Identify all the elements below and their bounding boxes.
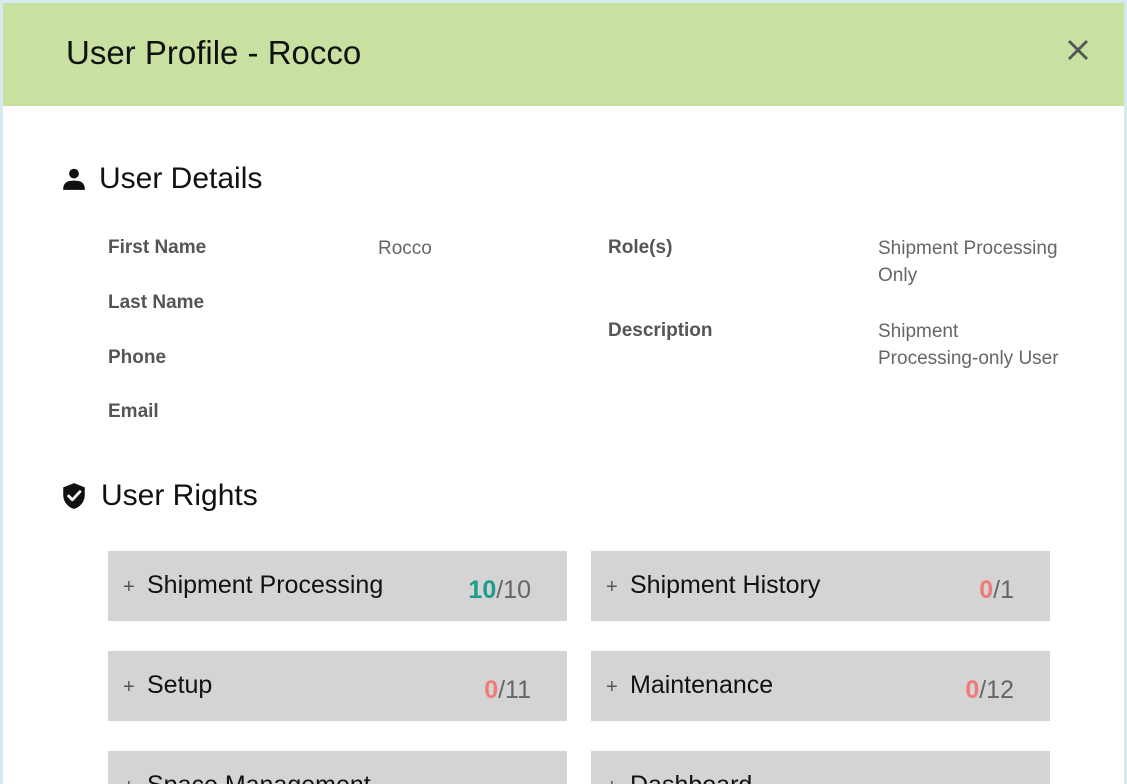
roles-value-line1: Shipment Processing: [878, 238, 1058, 259]
rights-group-shipment-processing[interactable]: + Shipment Processing 10/10: [108, 551, 567, 621]
rights-group-name: Maintenance: [630, 671, 774, 699]
rights-group-setup[interactable]: + Setup 0/11: [108, 651, 567, 721]
rights-granted-count: 10: [468, 576, 497, 604]
rights-granted-count: 0: [965, 676, 980, 704]
shield-check-icon: [63, 483, 85, 509]
modal-title: User Profile - Rocco: [66, 34, 362, 71]
roles-value-line2: Only: [878, 265, 918, 286]
description-value: Shipment Processing-only User: [878, 318, 1059, 372]
rights-total-count: /10: [496, 576, 531, 604]
user-details-title: User Details: [99, 162, 263, 195]
rights-group-maintenance[interactable]: + Maintenance 0/12: [591, 651, 1050, 721]
email-label: Email: [108, 401, 159, 422]
close-button[interactable]: [1065, 37, 1091, 63]
rights-group-space-management[interactable]: + Space Management: [108, 751, 567, 784]
expand-icon: +: [606, 576, 618, 598]
rights-group-dashboard[interactable]: + Dashboard: [591, 751, 1050, 784]
expand-icon: +: [123, 676, 135, 698]
phone-label: Phone: [108, 347, 167, 368]
user-details-heading: User Details: [61, 162, 262, 196]
first-name-value: Rocco: [378, 238, 432, 259]
rights-count: 0/1: [979, 576, 1014, 605]
rights-group-name: Setup: [147, 671, 213, 699]
rights-group-name: Shipment History: [630, 571, 821, 599]
close-icon: [1068, 40, 1088, 60]
roles-label: Role(s): [608, 237, 673, 258]
rights-count: 10/10: [468, 576, 531, 605]
rights-granted-count: 0: [979, 576, 994, 604]
rights-total-count: /12: [979, 676, 1014, 704]
rights-granted-count: 0: [484, 676, 499, 704]
rights-total-count: /1: [993, 576, 1014, 604]
rights-total-count: /11: [498, 676, 531, 704]
rights-count: 0/11: [484, 676, 531, 705]
last-name-label: Last Name: [108, 292, 205, 313]
rights-group-name: Space Management: [147, 771, 371, 784]
description-value-line1: Shipment: [878, 321, 959, 342]
user-profile-modal: User Profile - Rocco User Details First …: [0, 0, 1127, 784]
modal-header: User Profile - Rocco: [3, 3, 1124, 106]
description-value-line2: Processing-only User: [878, 348, 1059, 369]
expand-icon: +: [606, 676, 618, 698]
rights-group-name: Shipment Processing: [147, 571, 384, 599]
description-label: Description: [608, 320, 713, 341]
user-rights-heading: User Rights: [61, 479, 258, 513]
expand-icon: +: [123, 576, 135, 598]
roles-value: Shipment Processing Only: [878, 235, 1058, 289]
rights-group-name: Dashboard: [630, 771, 752, 784]
user-rights-title: User Rights: [101, 479, 258, 512]
person-icon: [63, 168, 85, 190]
rights-group-shipment-history[interactable]: + Shipment History 0/1: [591, 551, 1050, 621]
rights-count: 0/12: [965, 676, 1014, 705]
expand-icon: +: [606, 776, 618, 784]
first-name-label: First Name: [108, 237, 207, 258]
expand-icon: +: [123, 776, 135, 784]
